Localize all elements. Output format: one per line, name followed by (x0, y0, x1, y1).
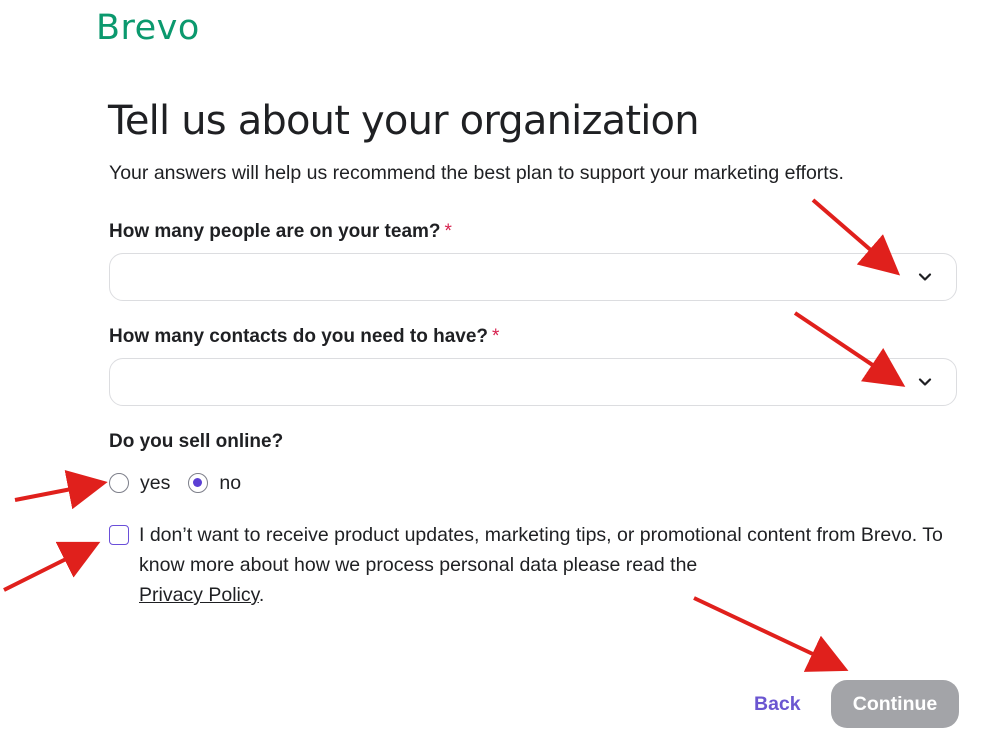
red-arrow-annotation (14, 469, 108, 510)
sell-online-label: Do you sell online? (109, 431, 284, 452)
brevo-logo: Brevo (96, 8, 200, 48)
required-asterisk: * (492, 326, 500, 347)
privacy-policy-link[interactable]: Privacy Policy (139, 584, 259, 606)
consent-suffix: . (258, 584, 265, 606)
red-arrow-annotation (3, 541, 101, 592)
chevron-down-icon (918, 378, 932, 386)
page-title: Tell us about your organization (108, 98, 700, 144)
radio-yes[interactable] (109, 473, 129, 493)
radio-no-label[interactable]: no (219, 470, 241, 496)
team-size-label: How many people are on your team? * (109, 220, 452, 244)
team-size-label-text: How many people are on your team? (109, 221, 441, 242)
continue-button[interactable]: Continue (831, 680, 959, 728)
contacts-label-text: How many contacts do you need to have? (109, 326, 489, 347)
radio-no[interactable] (188, 473, 209, 493)
sell-online-radio-group: yes no (109, 470, 259, 496)
required-asterisk: * (444, 221, 452, 242)
onboarding-page: Brevo Tell us about your organization Yo… (0, 0, 983, 747)
page-subtitle: Your answers will help us recommend the … (109, 162, 844, 184)
team-size-select[interactable] (109, 253, 957, 301)
marketing-opt-out-text: I don’t want to receive product updates,… (139, 520, 949, 610)
contacts-label: How many contacts do you need to have? * (109, 325, 499, 349)
marketing-opt-out-checkbox[interactable] (109, 525, 129, 545)
contacts-select[interactable] (109, 358, 957, 406)
radio-yes-label[interactable]: yes (140, 470, 170, 496)
back-button[interactable]: Back (742, 688, 813, 720)
chevron-down-icon (918, 273, 932, 281)
consent-text: I don’t want to receive product updates,… (139, 524, 943, 576)
